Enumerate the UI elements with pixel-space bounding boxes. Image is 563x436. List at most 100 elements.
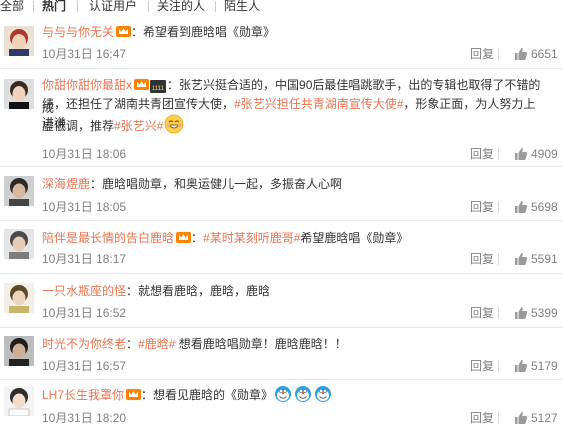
comment-actions: 回复 5698: [470, 200, 562, 214]
avatar[interactable]: [4, 229, 34, 259]
doraemon-emoji-icon: [274, 385, 292, 409]
comment-divider: [0, 220, 563, 221]
tab-hot[interactable]: 热门: [42, 0, 66, 12]
topic-tag[interactable]: #张艺兴担任共青湖南宣传大使#: [234, 97, 403, 111]
comment-text-line: 陪伴是最长情的告白鹿晗 ：#某时某刻听鹿哥#希望鹿晗唱《勋章》: [42, 229, 557, 250]
comment-username[interactable]: 与与与你无关: [42, 25, 114, 39]
action-divider: [498, 201, 499, 213]
comment-text-line: 时光不为你终老：#鹿晗# 想看鹿晗唱勋章！鹿晗鹿晗！！: [42, 335, 557, 354]
comment-body: 希望鹿晗唱《勋章》: [300, 231, 409, 245]
reply-button[interactable]: 回复: [470, 306, 494, 320]
comment-actions: 回复 5127: [470, 411, 562, 425]
comment-username[interactable]: 陪伴是最长情的告白鹿晗: [42, 231, 174, 245]
topic-tag[interactable]: #张艺兴#: [114, 119, 163, 133]
comment-time: 10月31日 18:06: [42, 147, 127, 161]
reply-button[interactable]: 回复: [470, 200, 494, 214]
vip-crown-icon[interactable]: [116, 25, 132, 44]
comment-username[interactable]: 时光不为你终老: [42, 337, 126, 351]
reply-button[interactable]: 回复: [470, 147, 494, 161]
vip-crown-icon[interactable]: [176, 231, 192, 250]
like-count: 5127: [531, 411, 558, 425]
comment-actions: 回复 6651: [470, 47, 562, 61]
avatar[interactable]: [4, 283, 34, 313]
reply-button[interactable]: 回复: [470, 411, 494, 425]
comment-body: 想看见鹿晗的《勋章》: [153, 388, 274, 402]
tab-all[interactable]: 全部: [0, 0, 24, 12]
topic-tag[interactable]: #鹿晗#: [138, 337, 175, 351]
avatar[interactable]: [4, 386, 34, 416]
like-count: 6651: [531, 47, 558, 61]
thumb-up-icon[interactable]: [514, 147, 528, 164]
comment-actions: 回复 5179: [470, 359, 562, 373]
tab-separator: [77, 1, 78, 12]
comment-separator: ：: [126, 284, 139, 298]
comment-body: 就想看鹿晗，鹿晗，鹿晗: [138, 284, 271, 298]
action-divider: [498, 148, 499, 160]
comment-text-line: 虚低调，推荐#张艺兴#: [42, 114, 542, 140]
comment-separator: ：: [90, 177, 103, 191]
topic-tag[interactable]: #某时某刻听鹿哥#: [203, 231, 300, 245]
like-count: 5591: [531, 252, 558, 266]
vip-crown-icon[interactable]: [126, 388, 142, 407]
reply-button[interactable]: 回复: [470, 359, 494, 373]
comment-body: 鹿晗唱勋章，和奥运健儿一起，多振奋人心啊: [102, 177, 343, 191]
avatar[interactable]: [4, 26, 34, 56]
comment-time: 10月31日 18:05: [42, 200, 127, 214]
like-count: 5399: [531, 306, 558, 320]
thumb-up-icon[interactable]: [514, 411, 528, 428]
tab-strangers[interactable]: 陌生人: [224, 0, 260, 12]
svg-text:1111: 1111: [152, 86, 165, 92]
comment-text-line: 深海煜鹿：鹿晗唱勋章，和奥运健儿一起，多振奋人心啊: [42, 175, 557, 194]
doraemon-emoji-icon: [294, 385, 312, 409]
comment-separator: ：: [141, 388, 154, 402]
comment-username[interactable]: LH7长生我罩你: [42, 388, 124, 402]
comment-separator: ：: [191, 231, 204, 245]
comment-actions: 回复 5591: [470, 252, 562, 266]
grin-emoji-icon: [164, 114, 184, 140]
comment-filter-tabs: 全部 热门 认证用户 关注的人 陌生人: [0, 0, 563, 14]
action-divider: [498, 307, 499, 319]
like-count: 5179: [531, 359, 558, 373]
comment-separator: ：: [131, 25, 144, 39]
comment-actions: 回复 5399: [470, 306, 562, 320]
avatar[interactable]: [4, 336, 34, 366]
tab-verified[interactable]: 认证用户: [89, 0, 137, 12]
thumb-up-icon[interactable]: [514, 47, 528, 64]
comment-body: 绩，还担任了湖南共青团宣传大使，: [42, 97, 235, 111]
comment-body: 想看鹿晗唱勋章！鹿晗鹿晗！！: [175, 337, 347, 351]
comment-time: 10月31日 16:52: [42, 306, 127, 320]
comment-divider: [0, 166, 563, 167]
action-divider: [498, 48, 499, 60]
thumb-up-icon[interactable]: [514, 252, 528, 269]
comment-username[interactable]: 你甜你甜你最甜x: [42, 78, 132, 92]
avatar[interactable]: [4, 176, 34, 206]
comment-divider: [0, 327, 563, 328]
comment-text-line: 一只水瓶座的怪：就想看鹿晗，鹿晗，鹿晗: [42, 282, 557, 301]
tab-separator: [148, 1, 149, 12]
action-divider: [498, 253, 499, 265]
reply-button[interactable]: 回复: [470, 252, 494, 266]
comment-time: 10月31日 18:17: [42, 252, 127, 266]
comment-divider: [0, 273, 563, 274]
comment-time: 10月31日 18:20: [42, 411, 127, 425]
thumb-up-icon[interactable]: [514, 200, 528, 217]
reply-button[interactable]: 回复: [470, 47, 494, 61]
thumb-up-icon[interactable]: [514, 359, 528, 376]
comment-username[interactable]: 深海煜鹿: [42, 177, 90, 191]
comment-text-line: LH7长生我罩你 ：想看见鹿晗的《勋章》: [42, 385, 557, 409]
comment-username[interactable]: 一只水瓶座的怪: [42, 284, 126, 298]
avatar[interactable]: [4, 79, 34, 109]
action-divider: [498, 360, 499, 372]
comment-separator: ：: [126, 337, 139, 351]
comment-text-line: 与与与你无关 ：希望看到鹿晗唱《勋章》: [42, 23, 557, 44]
tab-separator: [215, 1, 216, 12]
comment-divider: [0, 68, 563, 69]
comment-body: 虚低调，推荐: [42, 119, 115, 133]
tab-following[interactable]: 关注的人: [157, 0, 205, 12]
like-count: 5698: [531, 200, 558, 214]
doraemon-emoji-icon: [314, 385, 332, 409]
comment-separator: ：: [167, 78, 180, 92]
thumb-up-icon[interactable]: [514, 306, 528, 323]
like-count: 4909: [531, 147, 558, 161]
comment-body: 希望看到鹿晗唱《勋章》: [143, 25, 276, 39]
